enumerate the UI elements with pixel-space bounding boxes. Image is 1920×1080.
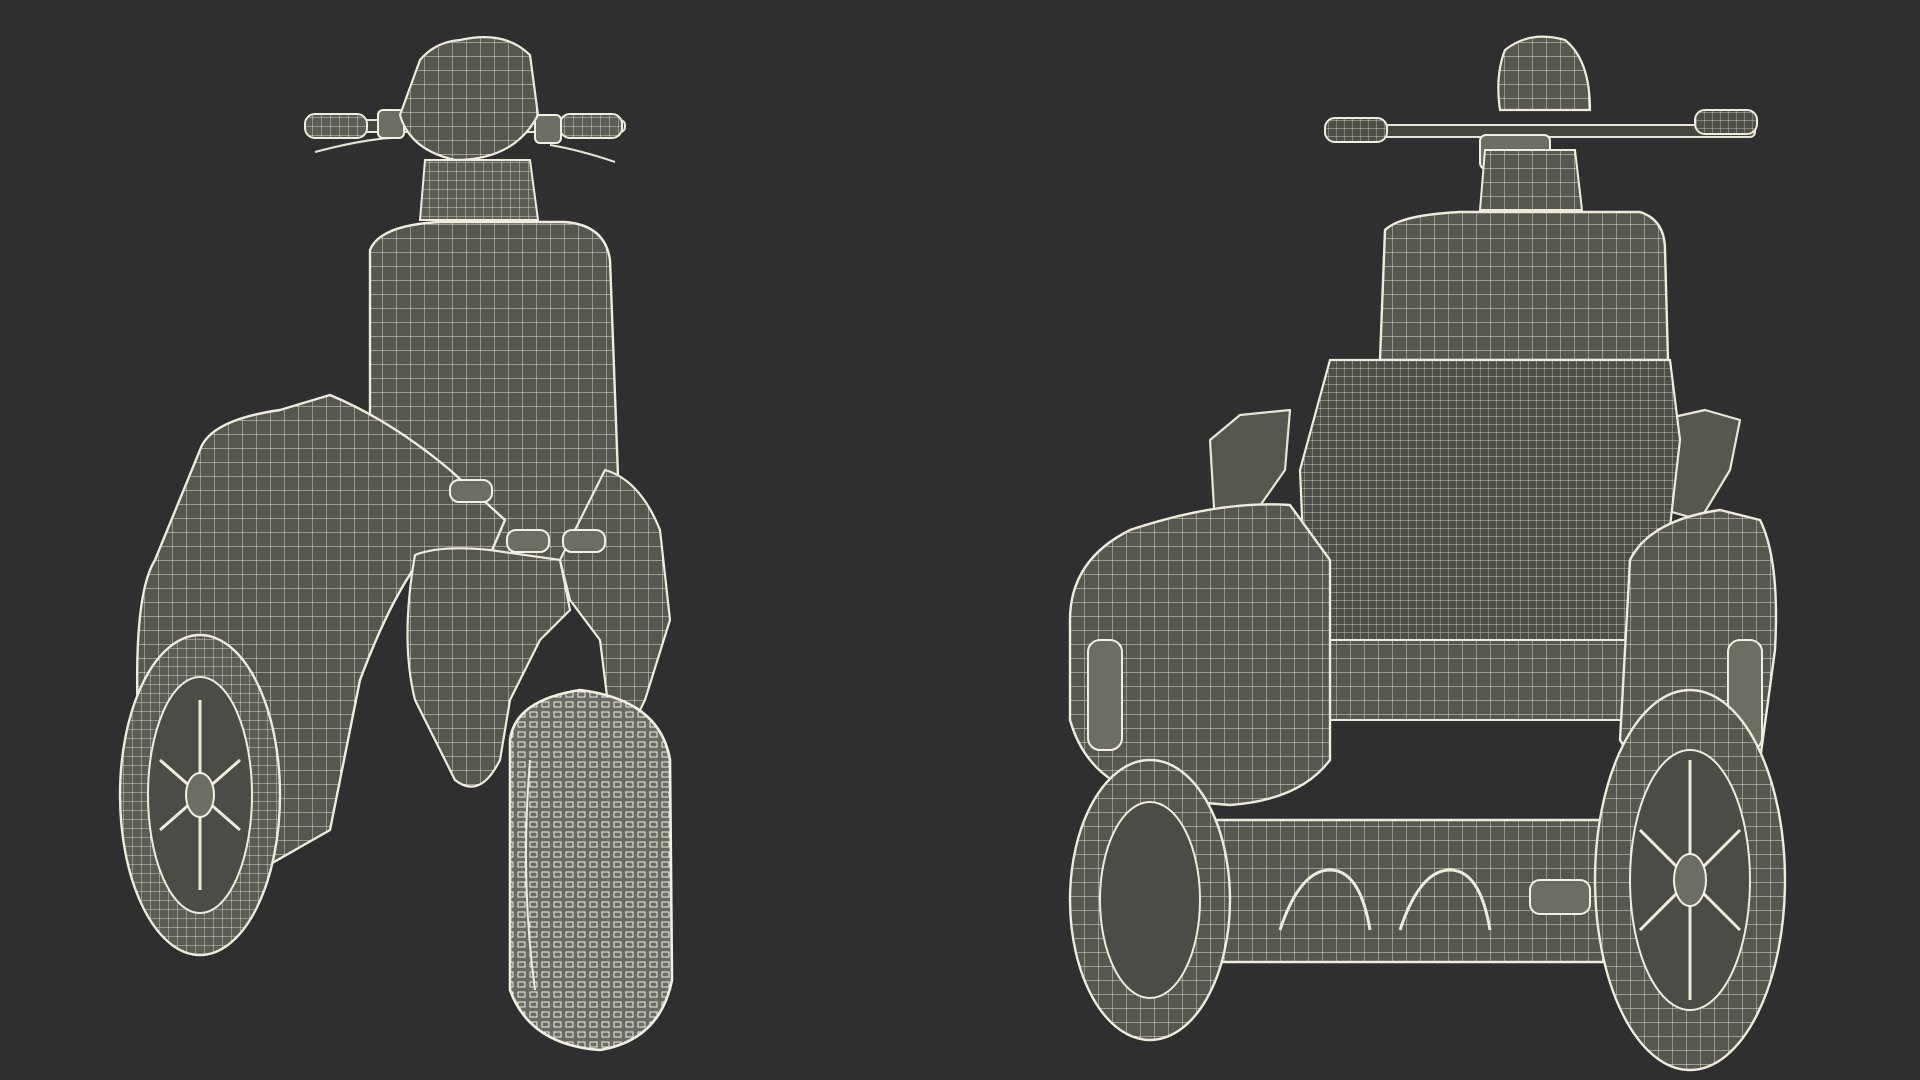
rear-steering-column xyxy=(1478,149,1584,211)
rear-back-panel xyxy=(1378,210,1670,362)
front-wheel xyxy=(508,688,674,1052)
steering-column xyxy=(418,159,540,221)
render-canvas xyxy=(0,0,1920,1080)
left-rear-wheel xyxy=(118,633,282,957)
scooter-rear-view xyxy=(1068,35,1787,1072)
rear-left-wheel xyxy=(1068,758,1232,1042)
rear-right-wheel xyxy=(1593,688,1787,1072)
cargo-floor xyxy=(1308,639,1650,721)
rear-shield xyxy=(1497,35,1592,112)
front-shield xyxy=(398,36,540,162)
scooter-front-view xyxy=(118,36,674,1052)
left-tail-light xyxy=(1087,639,1123,751)
